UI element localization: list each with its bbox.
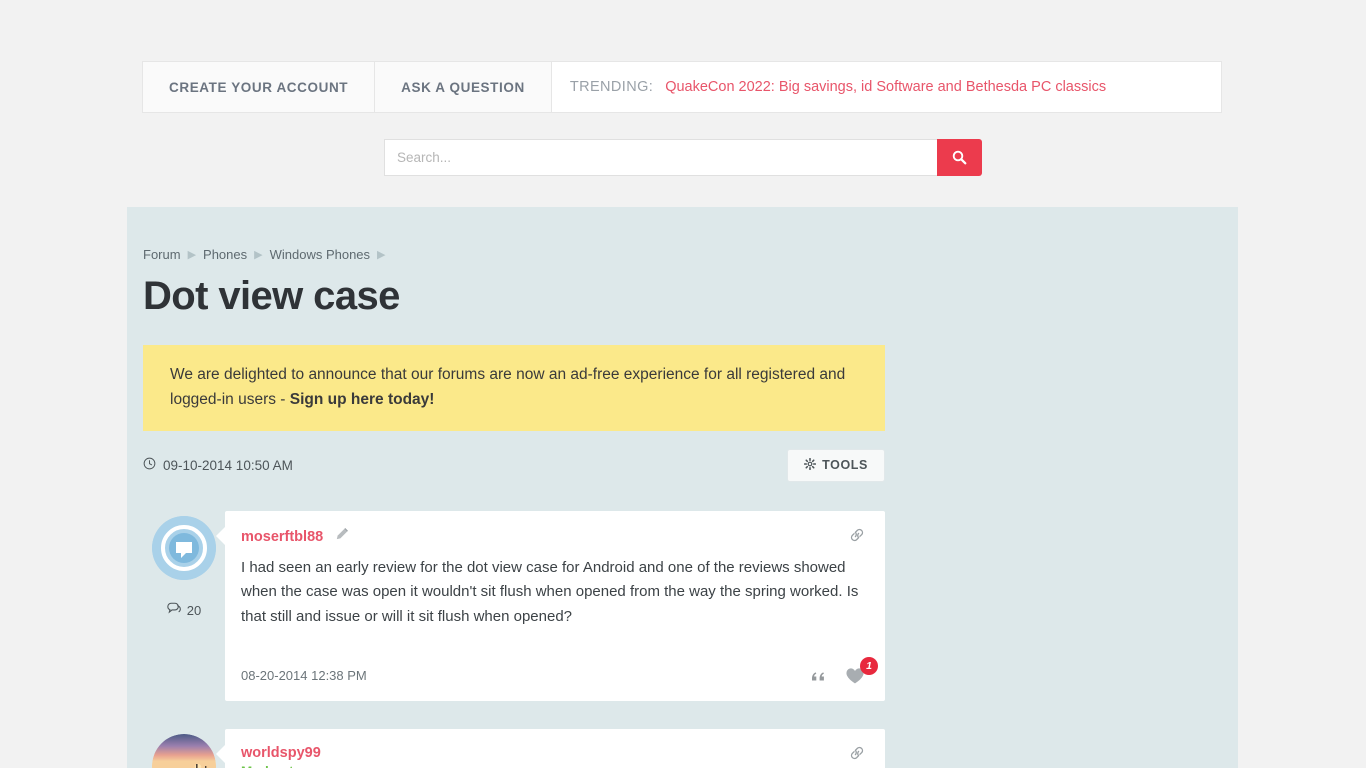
post-author-username[interactable]: worldspy99 bbox=[241, 745, 321, 761]
post-item: worldspy99 Moderator A good idea might b… bbox=[143, 728, 885, 768]
avatar[interactable] bbox=[152, 516, 216, 581]
post-body: moserftbl88 I had seen an early review f… bbox=[216, 511, 885, 701]
like-count-badge: 1 bbox=[860, 656, 878, 675]
post-header: moserftbl88 bbox=[241, 527, 865, 546]
gear-icon bbox=[804, 457, 817, 473]
ask-a-question-tab[interactable]: ASK A QUESTION bbox=[375, 62, 552, 112]
thread-content-panel: Forum ▶ Phones ▶ Windows Phones ▶ Dot vi… bbox=[127, 207, 1238, 768]
post-date: 08-20-2014 12:38 PM bbox=[241, 668, 367, 684]
tools-label: TOOLS bbox=[822, 458, 868, 473]
post-item: 20 moserftbl88 I had seen an early revie… bbox=[143, 511, 885, 701]
thread-posted-date: 09-10-2014 10:50 AM bbox=[143, 457, 293, 473]
signup-link[interactable]: Sign up here today! bbox=[290, 391, 435, 408]
quote-icon[interactable] bbox=[811, 669, 827, 683]
create-account-label: CREATE YOUR ACCOUNT bbox=[169, 79, 349, 95]
post-footer: 08-20-2014 12:38 PM 1 bbox=[241, 651, 878, 701]
search-bar bbox=[384, 139, 982, 176]
trending-article-link[interactable]: QuakeCon 2022: Big savings, id Software … bbox=[665, 79, 1106, 95]
breadcrumb: Forum ▶ Phones ▶ Windows Phones ▶ bbox=[143, 247, 887, 262]
post-sidebar: 20 bbox=[143, 511, 225, 700]
search-input[interactable] bbox=[384, 139, 937, 176]
breadcrumb-item-phones[interactable]: Phones bbox=[203, 247, 247, 262]
thread-meta-row: 09-10-2014 10:50 AM TOOLS bbox=[143, 447, 885, 483]
search-button[interactable] bbox=[937, 139, 982, 176]
thread-date-text: 09-10-2014 10:50 AM bbox=[163, 457, 293, 473]
trending-label: TRENDING: bbox=[569, 79, 654, 95]
reply-count-value: 20 bbox=[186, 602, 202, 618]
pencil-icon[interactable] bbox=[335, 527, 349, 546]
link-icon[interactable] bbox=[849, 527, 865, 543]
post-header: worldspy99 Moderator bbox=[241, 745, 865, 768]
post-reply-count: 20 bbox=[167, 602, 201, 618]
breadcrumb-item-windows-phones[interactable]: Windows Phones bbox=[270, 247, 370, 262]
search-icon bbox=[952, 150, 967, 165]
link-icon[interactable] bbox=[849, 745, 865, 761]
announcement-text: We are delighted to announce that our fo… bbox=[170, 366, 846, 409]
breadcrumb-item-forum[interactable]: Forum bbox=[143, 247, 181, 262]
page-title: Dot view case bbox=[143, 274, 400, 318]
ask-a-question-label: ASK A QUESTION bbox=[401, 79, 525, 95]
post-actions: 1 bbox=[811, 656, 878, 685]
chevron-right-icon: ▶ bbox=[187, 249, 197, 261]
sunset-pier-avatar-image bbox=[152, 733, 216, 768]
comments-icon bbox=[167, 602, 182, 618]
chevron-right-icon: ▶ bbox=[254, 249, 263, 261]
trending-section: TRENDING: QuakeCon 2022: Big savings, id… bbox=[551, 62, 1221, 112]
avatar[interactable] bbox=[152, 733, 216, 768]
announcement-banner: We are delighted to announce that our fo… bbox=[143, 345, 885, 432]
post-sidebar bbox=[143, 729, 225, 768]
post-author-title: Moderator bbox=[241, 764, 321, 768]
chevron-right-icon: ▶ bbox=[377, 249, 386, 261]
create-account-tab[interactable]: CREATE YOUR ACCOUNT bbox=[143, 62, 376, 112]
post-author-username[interactable]: moserftbl88 bbox=[241, 529, 323, 545]
top-navigation-bar: CREATE YOUR ACCOUNT ASK A QUESTION TREND… bbox=[142, 61, 1222, 113]
like-button[interactable]: 1 bbox=[845, 656, 878, 685]
post-body: worldspy99 Moderator A good idea might b… bbox=[216, 728, 885, 768]
post-text: I had seen an early review for the dot v… bbox=[241, 559, 859, 625]
speech-bubble-avatar-icon bbox=[152, 516, 216, 581]
tools-button[interactable]: TOOLS bbox=[787, 448, 885, 482]
clock-icon bbox=[143, 457, 156, 473]
